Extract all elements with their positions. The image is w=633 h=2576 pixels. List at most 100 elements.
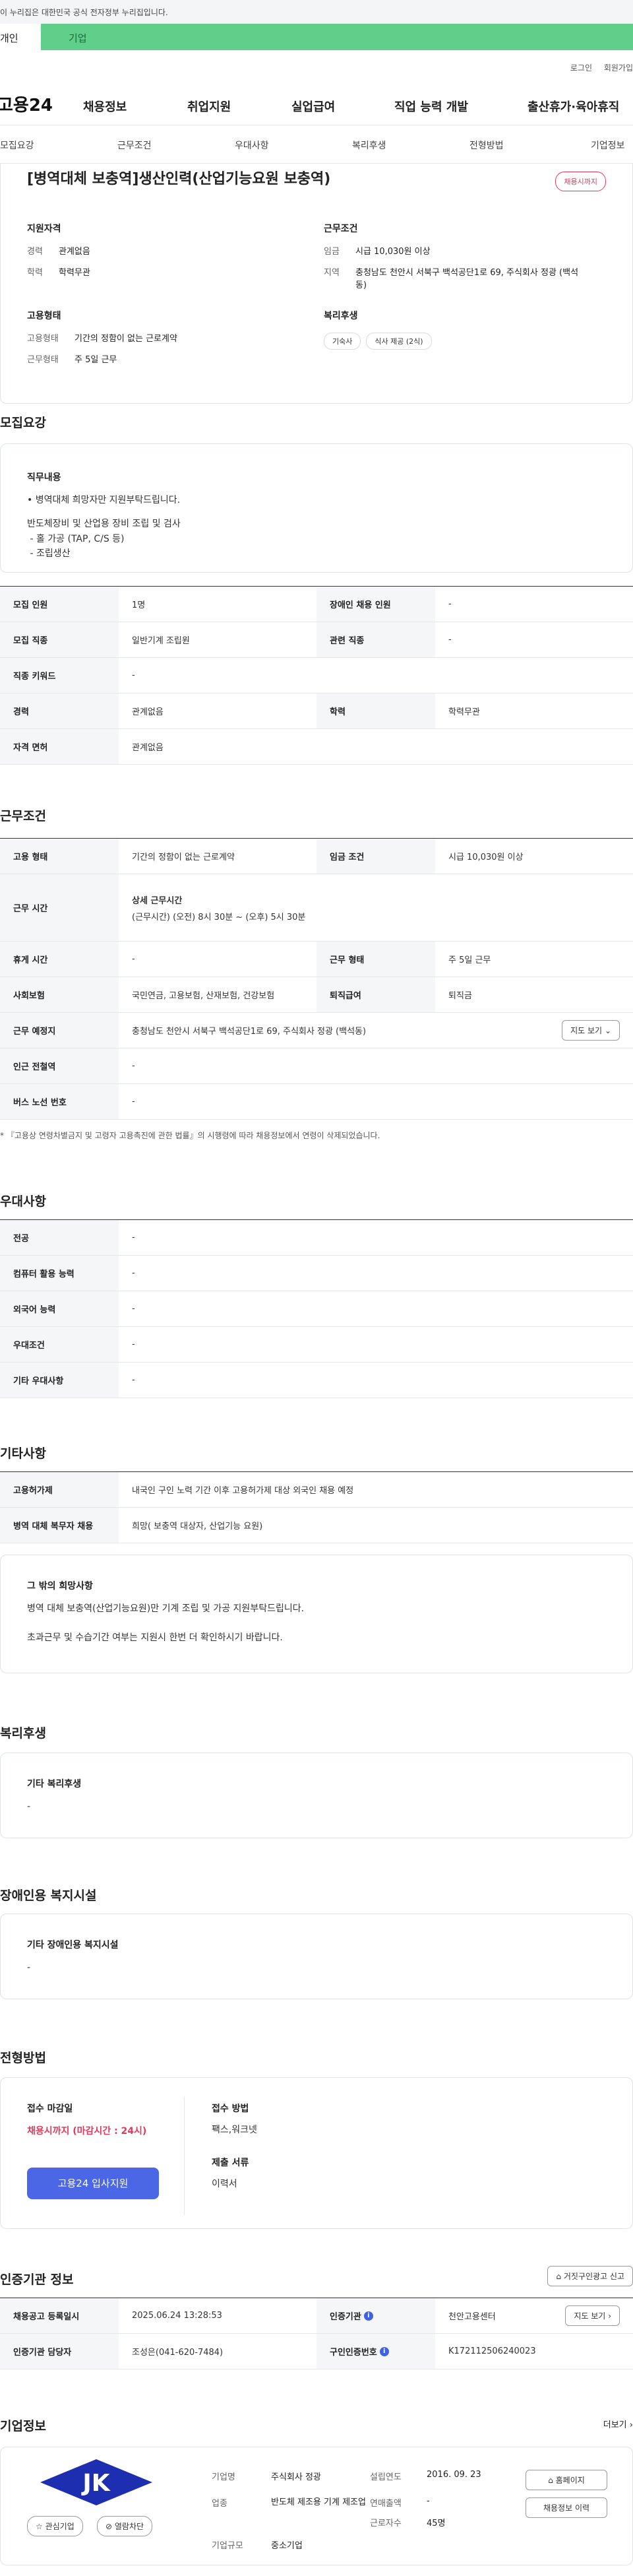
- etc-wish-line: 초과근무 및 수습기간 여부는 지원시 한번 더 확인하시기 바랍니다.: [27, 1632, 283, 1644]
- table-cell: -: [132, 1268, 135, 1278]
- gnb-item-unemployment-benefit[interactable]: 실업급여: [291, 98, 335, 115]
- table-cell: 퇴직금: [448, 991, 472, 1001]
- homepage-button[interactable]: ⌂ 홈페이지: [526, 2470, 607, 2490]
- table-cell: 상세 근무시간 (근무시간) (오전) 8시 30분 ~ (오후) 5시 30분: [119, 874, 633, 941]
- summary-heading: 복리후생: [324, 311, 358, 321]
- table-cell: -: [448, 599, 452, 609]
- join-link[interactable]: 회원가입: [604, 63, 633, 73]
- company-value: 주식회사 정광: [271, 2472, 321, 2482]
- process-method-heading: 접수 방법: [212, 2104, 249, 2114]
- chevron-right-icon: ›: [608, 2311, 611, 2321]
- etc-table: 고용허가제 내국인 구인 노력 기간 이후 고용허가제 대상 외국인 채용 예정 …: [0, 1471, 633, 1543]
- disabled-heading: 기타 장애인용 복지시설: [27, 1940, 119, 1950]
- table-cell: 일반기계 조립원: [132, 636, 190, 646]
- anchor-prefer[interactable]: 우대사항: [235, 139, 269, 152]
- table-cell: 관계없음: [132, 743, 164, 753]
- table-cell: 기간의 정함이 없는 근로계약: [132, 853, 235, 862]
- table-header: 장애인 채용 인원: [316, 587, 435, 622]
- table-header: 인증기관 i: [316, 2298, 435, 2333]
- report-icon: ⌂: [556, 2272, 562, 2281]
- summary-value: 기간의 정함이 없는 근로계약: [75, 334, 177, 344]
- login-link[interactable]: 로그인: [570, 63, 592, 73]
- table-cell: 관계없음: [132, 707, 164, 717]
- favorite-company-button[interactable]: ☆ 관심기업: [27, 2516, 83, 2536]
- company-logo-image: JK: [40, 2459, 152, 2505]
- summary-heading: 근무조건: [324, 224, 358, 234]
- summary-value: 관계없음: [59, 247, 90, 257]
- company-section-title: 기업정보: [0, 2419, 46, 2433]
- recruit-section-title: 모집요강: [0, 416, 46, 430]
- apply-button[interactable]: 고용24 입사지원: [27, 2168, 159, 2199]
- process-docs-value: 이력서: [212, 2179, 237, 2189]
- gnb-item-vocational-training[interactable]: 직업 능력 개발: [394, 98, 468, 115]
- summary-qualification: 지원자격 경력 관계없음 학력 학력무관: [27, 222, 311, 287]
- disabled-value: -: [27, 1962, 31, 1973]
- table-header: 병역 대체 복무자 채용: [0, 1508, 119, 1543]
- duty-line: - 홀 가공 (TAP, C/S 등): [27, 533, 125, 544]
- work-place-map-button[interactable]: 지도 보기 ⌄: [562, 1020, 620, 1041]
- hours-detail-heading: 상세 근무시간: [132, 895, 183, 906]
- table-header: 인증기관 담당자: [0, 2334, 119, 2369]
- info-icon[interactable]: i: [379, 2346, 389, 2356]
- company-logo-text: JK: [80, 2470, 110, 2497]
- table-header: 경력: [0, 693, 119, 728]
- job-history-button[interactable]: 채용정보 이력: [526, 2497, 607, 2518]
- table-cell: 2025.06.24 13:28:53: [132, 2311, 222, 2321]
- table-header: 근무 시간: [0, 874, 119, 941]
- table-header: 컴퓨터 활용 능력: [0, 1256, 119, 1291]
- summary-key: 고용형태: [27, 334, 59, 344]
- table-header: 모집 직종: [0, 622, 119, 657]
- gnb-item-jobs[interactable]: 채용정보: [83, 98, 127, 115]
- chevron-down-icon: ⌄: [604, 1026, 611, 1035]
- table-header: 고용 형태: [0, 839, 119, 874]
- duty-heading: 직무내용: [27, 472, 61, 483]
- star-icon: ☆: [36, 2522, 43, 2531]
- anchor-process[interactable]: 전형방법: [469, 139, 504, 152]
- table-cell: 국민연금, 고용보험, 산재보험, 건강보험: [132, 991, 275, 1001]
- cert-org-map-button[interactable]: 지도 보기 ›: [565, 2305, 620, 2326]
- company-box: JK ☆ 관심기업 ⊘ 열람차단 기업명 주식회사 정광 업종 반도체 제조용 …: [0, 2447, 633, 2565]
- table-header: 직종 키워드: [0, 658, 119, 693]
- table-cell: -: [132, 1304, 135, 1314]
- table-cell: 시급 10,030원 이상: [448, 853, 524, 862]
- gnb-item-parental-leave[interactable]: 출산휴가·육아휴직: [528, 98, 619, 115]
- favorite-label: 관심기업: [45, 2522, 75, 2531]
- company-value: 중소기업: [271, 2541, 303, 2551]
- info-icon[interactable]: i: [363, 2311, 373, 2321]
- false-ad-report-button[interactable]: ⌂ 거짓구인광고 신고: [547, 2266, 633, 2286]
- summary-welfare: 복리후생 기숙사 식사 제공 (2식): [324, 309, 607, 350]
- table-cell: 내국인 구인 노력 기간 이후 고용허가제 대상 외국인 채용 예정: [132, 1486, 354, 1496]
- cert-table: 채용공고 등록일시 2025.06.24 13:28:53 인증기관 i 천안고용…: [0, 2298, 633, 2369]
- table-header: 근무 형태: [316, 942, 435, 977]
- welfare-pill: 기숙사: [324, 333, 361, 350]
- table-header: 관련 직종: [316, 622, 435, 657]
- table-header: 퇴직급여: [316, 977, 435, 1012]
- company-value: 45명: [427, 2519, 446, 2528]
- table-cell: 주 5일 근무: [448, 955, 491, 965]
- anchor-work[interactable]: 근무조건: [117, 139, 152, 152]
- etc-wish-heading: 그 밖의 희망사항: [27, 1581, 93, 1592]
- anchor-recruit[interactable]: 모집요강: [0, 139, 34, 152]
- anchor-welfare[interactable]: 복리후생: [352, 139, 386, 152]
- block-label: 열람차단: [114, 2522, 144, 2531]
- table-cell: -: [132, 1097, 135, 1107]
- table-header: 버스 노선 번호: [0, 1084, 119, 1119]
- table-header: 외국어 능력: [0, 1291, 119, 1326]
- anchor-company[interactable]: 기업정보: [591, 139, 625, 152]
- gnb-item-employment-support[interactable]: 취업지원: [187, 98, 231, 115]
- cert-org-value: 천안고용센터: [448, 2312, 496, 2322]
- company-more-link[interactable]: 더보기 ›: [603, 2418, 633, 2430]
- tab-individual[interactable]: 개인: [0, 24, 41, 50]
- summary-value: 시급 10,030원 이상: [355, 247, 431, 257]
- company-key: 기업규모: [212, 2541, 243, 2551]
- duty-line: • 병역대체 희망자만 지원부탁드립니다.: [27, 495, 181, 505]
- summary-key: 지역: [324, 267, 340, 278]
- utility-links: 로그인 회원가입: [0, 50, 633, 83]
- job-title: [병역대체 보충역]생산인력(산업기능요원 보충역): [27, 171, 331, 187]
- job-summary-card: [병역대체 보충역]생산인력(산업기능요원 보충역) 채용시까지 지원자격 경력…: [0, 164, 633, 404]
- tab-company[interactable]: 기업: [41, 24, 633, 50]
- block-view-button[interactable]: ⊘ 열람차단: [97, 2516, 153, 2536]
- site-logo[interactable]: 고용24: [0, 92, 82, 116]
- company-value: 2016. 09. 23: [427, 2470, 481, 2480]
- summary-key: 근무형태: [27, 354, 59, 365]
